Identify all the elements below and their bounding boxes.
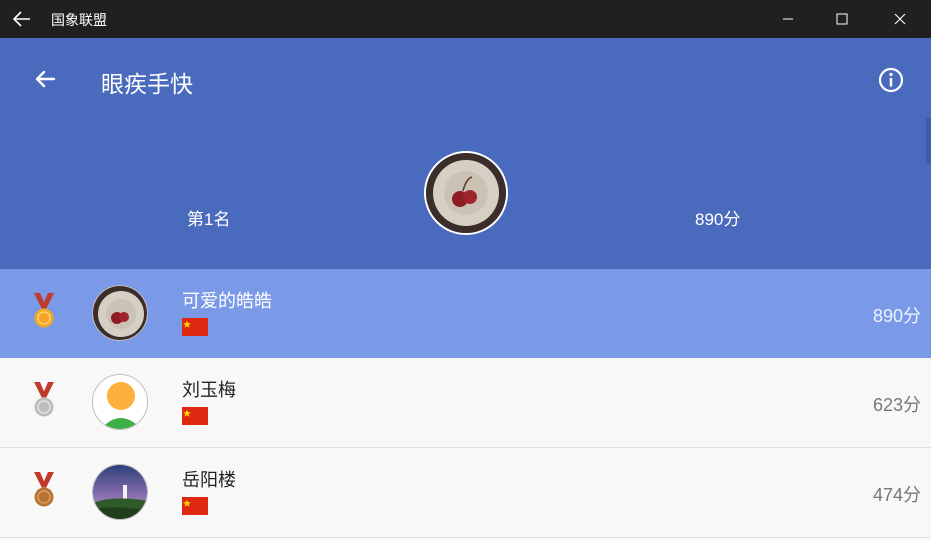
china-flag-icon xyxy=(182,407,208,425)
avatar xyxy=(92,464,148,520)
bronze-medal-icon xyxy=(34,472,54,507)
leaderboard-row[interactable]: 可爱的皓皓 890分 xyxy=(0,269,931,359)
scrollbar-thumb[interactable] xyxy=(926,118,931,164)
leaderboard-row[interactable]: 刘玉梅 623分 xyxy=(0,358,931,448)
landscape-avatar-image xyxy=(93,465,147,519)
leaderboard-row[interactable]: 岳阳楼 474分 xyxy=(0,448,931,538)
player-score: 474分 xyxy=(872,485,921,505)
player-name: 岳阳楼 xyxy=(182,470,236,490)
player-name: 刘玉梅 xyxy=(182,380,236,400)
china-flag-icon xyxy=(182,318,208,336)
avatar xyxy=(92,374,148,430)
back-arrow-icon[interactable] xyxy=(10,7,34,31)
current-user-avatar xyxy=(424,151,508,235)
avatar xyxy=(92,285,148,341)
china-flag-icon xyxy=(182,497,208,515)
minimize-icon xyxy=(783,18,793,20)
player-score: 623分 xyxy=(872,395,921,415)
cherry-avatar-image xyxy=(426,153,506,233)
maximize-icon xyxy=(836,13,848,25)
close-icon xyxy=(894,13,906,25)
gold-medal-icon xyxy=(34,293,54,328)
back-arrow-icon[interactable] xyxy=(30,64,60,94)
game-header: 眼疾手快 第1名 890分 xyxy=(0,38,931,269)
minimize-button[interactable] xyxy=(765,0,811,38)
silver-medal-icon xyxy=(34,382,54,417)
info-icon[interactable] xyxy=(876,65,906,95)
maximize-button[interactable] xyxy=(819,0,865,38)
close-button[interactable] xyxy=(877,0,923,38)
player-name: 可爱的皓皓 xyxy=(182,291,272,311)
current-score: 890分 xyxy=(695,210,741,229)
window-titlebar: 国象联盟 xyxy=(0,0,931,38)
page-title: 眼疾手快 xyxy=(101,71,193,97)
window-title: 国象联盟 xyxy=(51,12,107,28)
cherry-avatar-image xyxy=(93,286,147,340)
player-score: 890分 xyxy=(872,306,921,326)
current-rank: 第1名 xyxy=(187,210,231,229)
default-user-avatar-icon xyxy=(93,375,147,429)
